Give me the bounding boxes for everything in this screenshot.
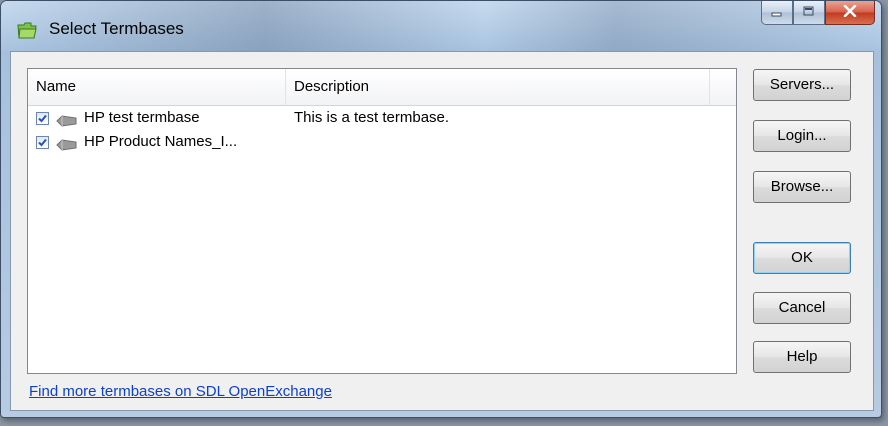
- help-button[interactable]: Help: [753, 341, 851, 373]
- column-header-description[interactable]: Description: [286, 69, 710, 105]
- termbase-folder-icon: [17, 21, 37, 39]
- column-header-name[interactable]: Name: [28, 69, 286, 105]
- title-bar[interactable]: Select Termbases: [1, 1, 881, 51]
- termbase-checkbox[interactable]: [36, 112, 49, 125]
- window-title: Select Termbases: [49, 19, 184, 38]
- termbase-name: HP test termbase: [84, 109, 200, 126]
- termbase-name: HP Product Names_I...: [84, 133, 238, 150]
- maximize-button[interactable]: [793, 1, 825, 25]
- cancel-button[interactable]: Cancel: [753, 292, 851, 324]
- termbase-checkbox[interactable]: [36, 136, 49, 149]
- list-item[interactable]: HP test termbase This is a test termbase…: [28, 109, 708, 135]
- servers-button[interactable]: Servers...: [753, 69, 851, 101]
- termbase-list[interactable]: Name Description HP test termbase This i…: [27, 68, 737, 374]
- minimize-icon: [771, 4, 783, 22]
- close-icon: [843, 4, 857, 22]
- minimize-button[interactable]: [761, 1, 793, 25]
- list-item[interactable]: HP Product Names_I...: [28, 133, 708, 159]
- select-termbases-dialog: Select Termbases Name Description HP tes…: [0, 0, 882, 418]
- termbase-icon: [56, 138, 78, 155]
- ok-button[interactable]: OK: [753, 242, 851, 274]
- list-header: Name Description: [28, 69, 736, 106]
- maximize-icon: [803, 4, 815, 22]
- close-button[interactable]: [825, 1, 875, 25]
- openexchange-link[interactable]: Find more termbases on SDL OpenExchange: [29, 383, 332, 400]
- caption-buttons: [761, 1, 875, 27]
- login-button[interactable]: Login...: [753, 120, 851, 152]
- browse-button[interactable]: Browse...: [753, 171, 851, 203]
- termbase-description: This is a test termbase.: [294, 109, 450, 126]
- dialog-body: Name Description HP test termbase This i…: [10, 51, 874, 411]
- termbase-icon: [56, 114, 78, 131]
